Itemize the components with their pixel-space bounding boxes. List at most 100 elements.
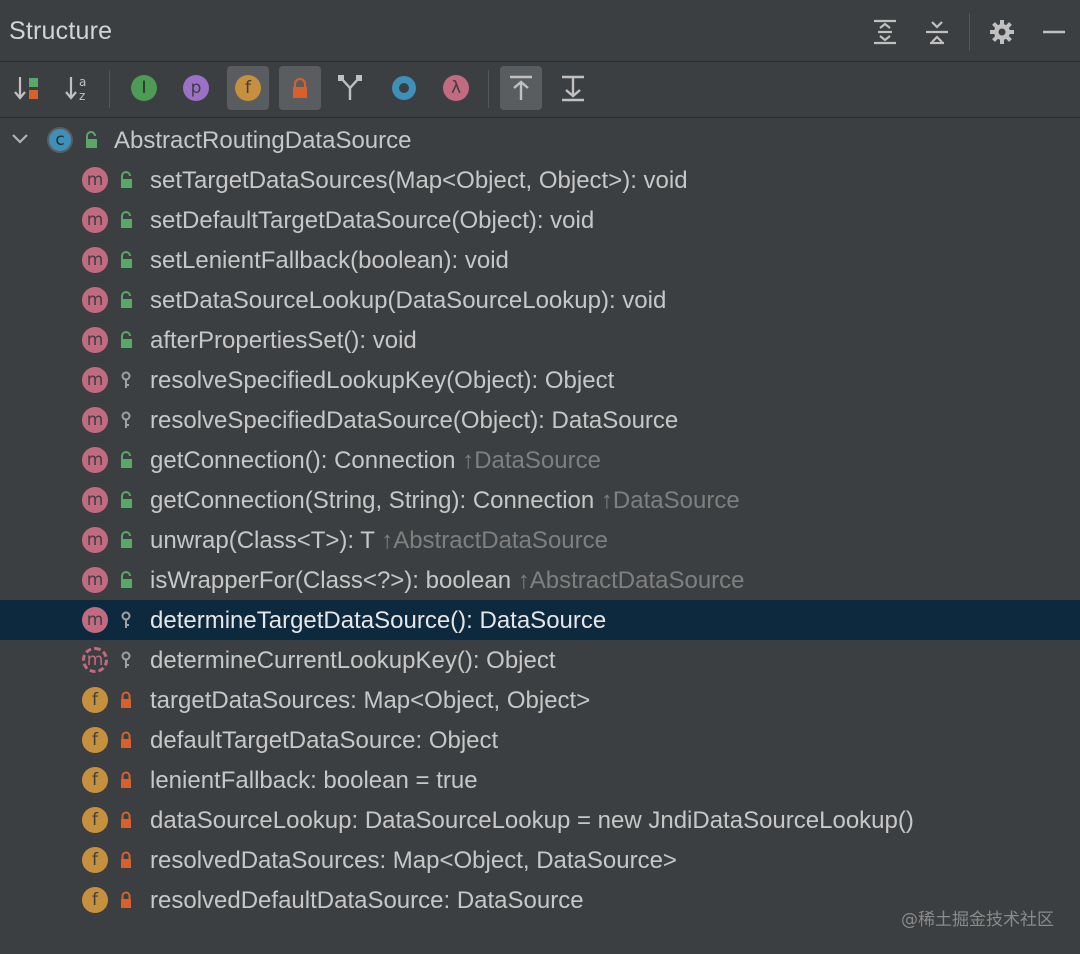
method-icon: m <box>82 247 108 273</box>
member-signature: resolvedDataSources: Map<Object, DataSou… <box>150 847 677 874</box>
tree-item-field[interactable]: f lenientFallback: boolean = true <box>0 760 1080 800</box>
tree-item-method[interactable]: m setTargetDataSources(Map<Object, Object… <box>0 160 1080 200</box>
sort-z-label: z <box>79 89 85 103</box>
tree-item-label: lenientFallback: boolean = true <box>150 767 478 795</box>
member-signature: determineTargetDataSource(): DataSource <box>150 607 607 634</box>
class-name-label: AbstractRoutingDataSource <box>114 127 412 154</box>
settings-gear-icon[interactable] <box>976 12 1028 52</box>
member-signature: isWrapperFor(Class<?>): boolean <box>150 567 512 594</box>
member-signature: targetDataSources: Map<Object, Object> <box>150 687 591 714</box>
tree-item-label: resolveSpecifiedDataSource(Object): Data… <box>150 407 678 435</box>
protected-key-icon <box>121 651 131 668</box>
toolbar-separator <box>109 70 110 108</box>
method-icon: m <box>82 487 108 513</box>
tree-item-label: isWrapperFor(Class<?>): boolean ↑Abstrac… <box>150 567 745 595</box>
field-icon: f <box>82 807 108 833</box>
tree-item-method[interactable]: m getConnection(): Connection ↑DataSource <box>0 440 1080 480</box>
structure-panel-header: Structure <box>0 0 1080 62</box>
member-signature: setTargetDataSources(Map<Object, Object>… <box>150 167 688 194</box>
member-signature: determineCurrentLookupKey(): Object <box>150 647 556 674</box>
protected-key-icon <box>121 411 131 428</box>
protected-key-icon <box>121 611 131 628</box>
tree-item-method[interactable]: m isWrapperFor(Class<?>): boolean ↑Abstra… <box>0 560 1080 600</box>
inherited-from-label: ↑AbstractDataSource <box>517 567 745 594</box>
member-signature: resolvedDefaultDataSource: DataSource <box>150 887 584 914</box>
panel-title: Structure <box>9 17 113 45</box>
protected-key-icon <box>121 371 131 388</box>
tree-item-method[interactable]: m setDataSourceLookup(DataSourceLookup): … <box>0 280 1080 320</box>
public-lock-icon <box>121 531 132 548</box>
field-badge: f <box>235 75 261 101</box>
tree-item-label: determineTargetDataSource(): DataSource <box>150 607 606 635</box>
tree-item-label: setDataSourceLookup(DataSourceLookup): v… <box>150 287 666 315</box>
expand-all-icon[interactable] <box>859 12 911 52</box>
member-signature: resolveSpecifiedDataSource(Object): Data… <box>150 407 679 434</box>
autoscroll-from-source-icon[interactable] <box>552 66 594 110</box>
sort-by-visibility-icon[interactable] <box>6 66 48 110</box>
chevron-down-icon[interactable] <box>10 129 30 149</box>
public-lock-icon <box>121 211 132 228</box>
tree-item-label: unwrap(Class<T>): T ↑AbstractDataSource <box>150 527 608 555</box>
public-lock-icon <box>121 331 132 348</box>
tree-item-field[interactable]: f targetDataSources: Map<Object, Object> <box>0 680 1080 720</box>
tree-item-field[interactable]: f dataSourceLookup: DataSourceLookup = ne… <box>0 800 1080 840</box>
tree-item-label: getConnection(): Connection ↑DataSource <box>150 447 601 475</box>
tree-item-method[interactable]: m setLenientFallback(boolean): void <box>0 240 1080 280</box>
autoscroll-to-source-icon[interactable] <box>500 66 542 110</box>
private-lock-icon <box>121 851 131 868</box>
abstract-method-icon: m <box>82 647 108 673</box>
show-lambdas-icon[interactable]: λ <box>435 66 477 110</box>
toolbar-separator <box>488 70 489 108</box>
tree-item-label: defaultTargetDataSource: Object <box>150 727 498 755</box>
tree-item-method[interactable]: m getConnection(String, String): Connecti… <box>0 480 1080 520</box>
tree-item-method[interactable]: m setDefaultTargetDataSource(Object): voi… <box>0 200 1080 240</box>
public-lock-icon <box>121 291 132 308</box>
tree-root-class[interactable]: c AbstractRoutingDataSource <box>0 120 1080 160</box>
inherited-from-label: ↑DataSource <box>600 487 740 514</box>
hide-panel-icon[interactable] <box>1028 12 1080 52</box>
show-properties-icon[interactable]: p <box>175 66 217 110</box>
tree-item-method[interactable]: m determineTargetDataSource(): DataSource <box>0 600 1080 640</box>
tree-item-label: setLenientFallback(boolean): void <box>150 247 509 275</box>
member-signature: lenientFallback: boolean = true <box>150 767 478 794</box>
tree-item-label: resolvedDataSources: Map<Object, DataSou… <box>150 847 677 875</box>
method-icon: m <box>82 287 108 313</box>
interface-badge: I <box>131 75 157 101</box>
tree-item-method[interactable]: m resolveSpecifiedLookupKey(Object): Obje… <box>0 360 1080 400</box>
show-non-public-icon[interactable] <box>279 66 321 110</box>
tree-item-field[interactable]: f defaultTargetDataSource: Object <box>0 720 1080 760</box>
tree-item-method[interactable]: m determineCurrentLookupKey(): Object <box>0 640 1080 680</box>
tree-item-method[interactable]: m resolveSpecifiedDataSource(Object): Dat… <box>0 400 1080 440</box>
class-icon: c <box>47 127 73 153</box>
private-lock-icon <box>121 691 131 708</box>
watermark: @稀土掘金技术社区 <box>901 910 1054 930</box>
member-signature: unwrap(Class<T>): T <box>150 527 375 554</box>
field-icon: f <box>82 887 108 913</box>
show-inherited-interfaces-icon[interactable]: I <box>123 66 165 110</box>
tree-item-label: setTargetDataSources(Map<Object, Object>… <box>150 167 688 195</box>
tree-item-method[interactable]: m unwrap(Class<T>): T ↑AbstractDataSource <box>0 520 1080 560</box>
tree-item-label: targetDataSources: Map<Object, Object> <box>150 687 590 715</box>
tree-item-field[interactable]: f resolvedDataSources: Map<Object, DataSo… <box>0 840 1080 880</box>
public-lock-icon <box>86 131 97 148</box>
public-lock-icon <box>121 491 132 508</box>
show-anonymous-classes-icon[interactable] <box>383 66 425 110</box>
inherited-from-label: ↑AbstractDataSource <box>381 527 608 554</box>
tree-item-label: afterPropertiesSet(): void <box>150 327 417 355</box>
tree-item-method[interactable]: m afterPropertiesSet(): void <box>0 320 1080 360</box>
sort-a-label: a <box>79 75 86 89</box>
property-badge: p <box>183 75 209 101</box>
collapse-all-icon[interactable] <box>911 12 963 52</box>
show-fields-icon[interactable]: f <box>227 66 269 110</box>
show-inherited-icon[interactable] <box>329 66 371 110</box>
sort-alphabetically-icon[interactable]: az <box>57 66 99 110</box>
member-signature: setLenientFallback(boolean): void <box>150 247 509 274</box>
method-icon: m <box>82 167 108 193</box>
method-icon: m <box>82 567 108 593</box>
member-signature: setDefaultTargetDataSource(Object): void <box>150 207 595 234</box>
member-signature: setDataSourceLookup(DataSourceLookup): v… <box>150 287 667 314</box>
private-lock-icon <box>121 891 131 908</box>
field-icon: f <box>82 847 108 873</box>
method-icon: m <box>82 407 108 433</box>
lambda-badge: λ <box>443 75 469 101</box>
